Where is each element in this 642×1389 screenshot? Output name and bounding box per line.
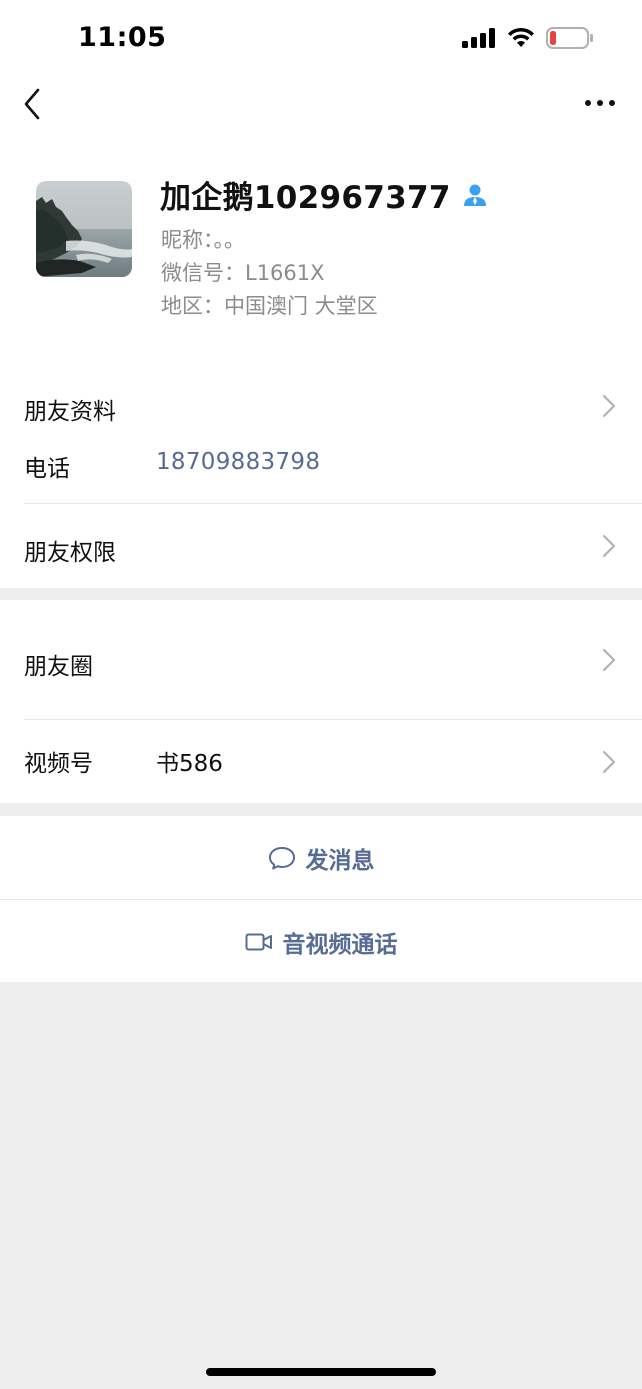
video-call-label: 音视频通话 bbox=[282, 931, 398, 958]
video-call-button[interactable]: 音视频通话 bbox=[0, 900, 642, 983]
cellular-signal-icon bbox=[462, 28, 495, 48]
region-text: 地区：中国澳门 大堂区 bbox=[161, 294, 378, 318]
profile-name: 加企鹅102967377 bbox=[160, 180, 451, 216]
channels-value: 书586 bbox=[156, 751, 223, 777]
channels-row[interactable]: 视频号 书586 bbox=[0, 720, 642, 803]
friend-permissions-row[interactable]: 朋友权限 bbox=[0, 504, 642, 588]
friend-profile-row[interactable]: 朋友资料 bbox=[0, 360, 642, 435]
chevron-right-icon bbox=[602, 648, 616, 672]
chevron-right-icon bbox=[602, 534, 616, 558]
channels-label: 视频号 bbox=[24, 751, 93, 777]
send-message-label: 发消息 bbox=[305, 847, 375, 874]
moments-label: 朋友圈 bbox=[24, 654, 93, 680]
phone-number-link[interactable]: 18709883798 bbox=[156, 449, 320, 475]
avatar[interactable] bbox=[36, 181, 132, 277]
chat-bubble-icon bbox=[268, 846, 295, 869]
friend-permissions-label: 朋友权限 bbox=[24, 540, 116, 566]
send-message-button[interactable]: 发消息 bbox=[0, 816, 642, 899]
chevron-right-icon bbox=[602, 750, 616, 774]
nickname-text: 昵称：。。 bbox=[161, 228, 245, 252]
status-bar: 11:05 bbox=[0, 0, 642, 70]
video-camera-icon bbox=[245, 933, 272, 950]
back-chevron-icon[interactable] bbox=[18, 86, 48, 122]
battery-icon bbox=[546, 27, 593, 49]
wifi-icon bbox=[508, 27, 534, 47]
moments-row[interactable]: 朋友圈 bbox=[0, 600, 642, 719]
info-section: 朋友资料 电话 18709883798 朋友权限 bbox=[0, 360, 642, 588]
more-ellipsis-icon[interactable] bbox=[582, 92, 618, 114]
phone-label: 电话 bbox=[24, 456, 70, 482]
person-icon bbox=[463, 184, 486, 206]
profile-name-row: 加企鹅102967377 bbox=[160, 172, 487, 217]
profile-header: 加企鹅102967377 昵称：。。 微信号：L1661X 地区：中国澳门 大堂… bbox=[0, 140, 642, 360]
friend-profile-label: 朋友资料 bbox=[24, 399, 116, 425]
chevron-right-icon bbox=[602, 394, 616, 418]
home-indicator bbox=[206, 1368, 436, 1376]
action-section: 发消息 音视频通话 bbox=[0, 816, 642, 982]
social-section: 朋友圈 视频号 书586 bbox=[0, 600, 642, 803]
wechat-id-text: 微信号：L1661X bbox=[161, 261, 325, 285]
nav-bar bbox=[0, 70, 642, 140]
status-time: 11:05 bbox=[78, 22, 167, 53]
